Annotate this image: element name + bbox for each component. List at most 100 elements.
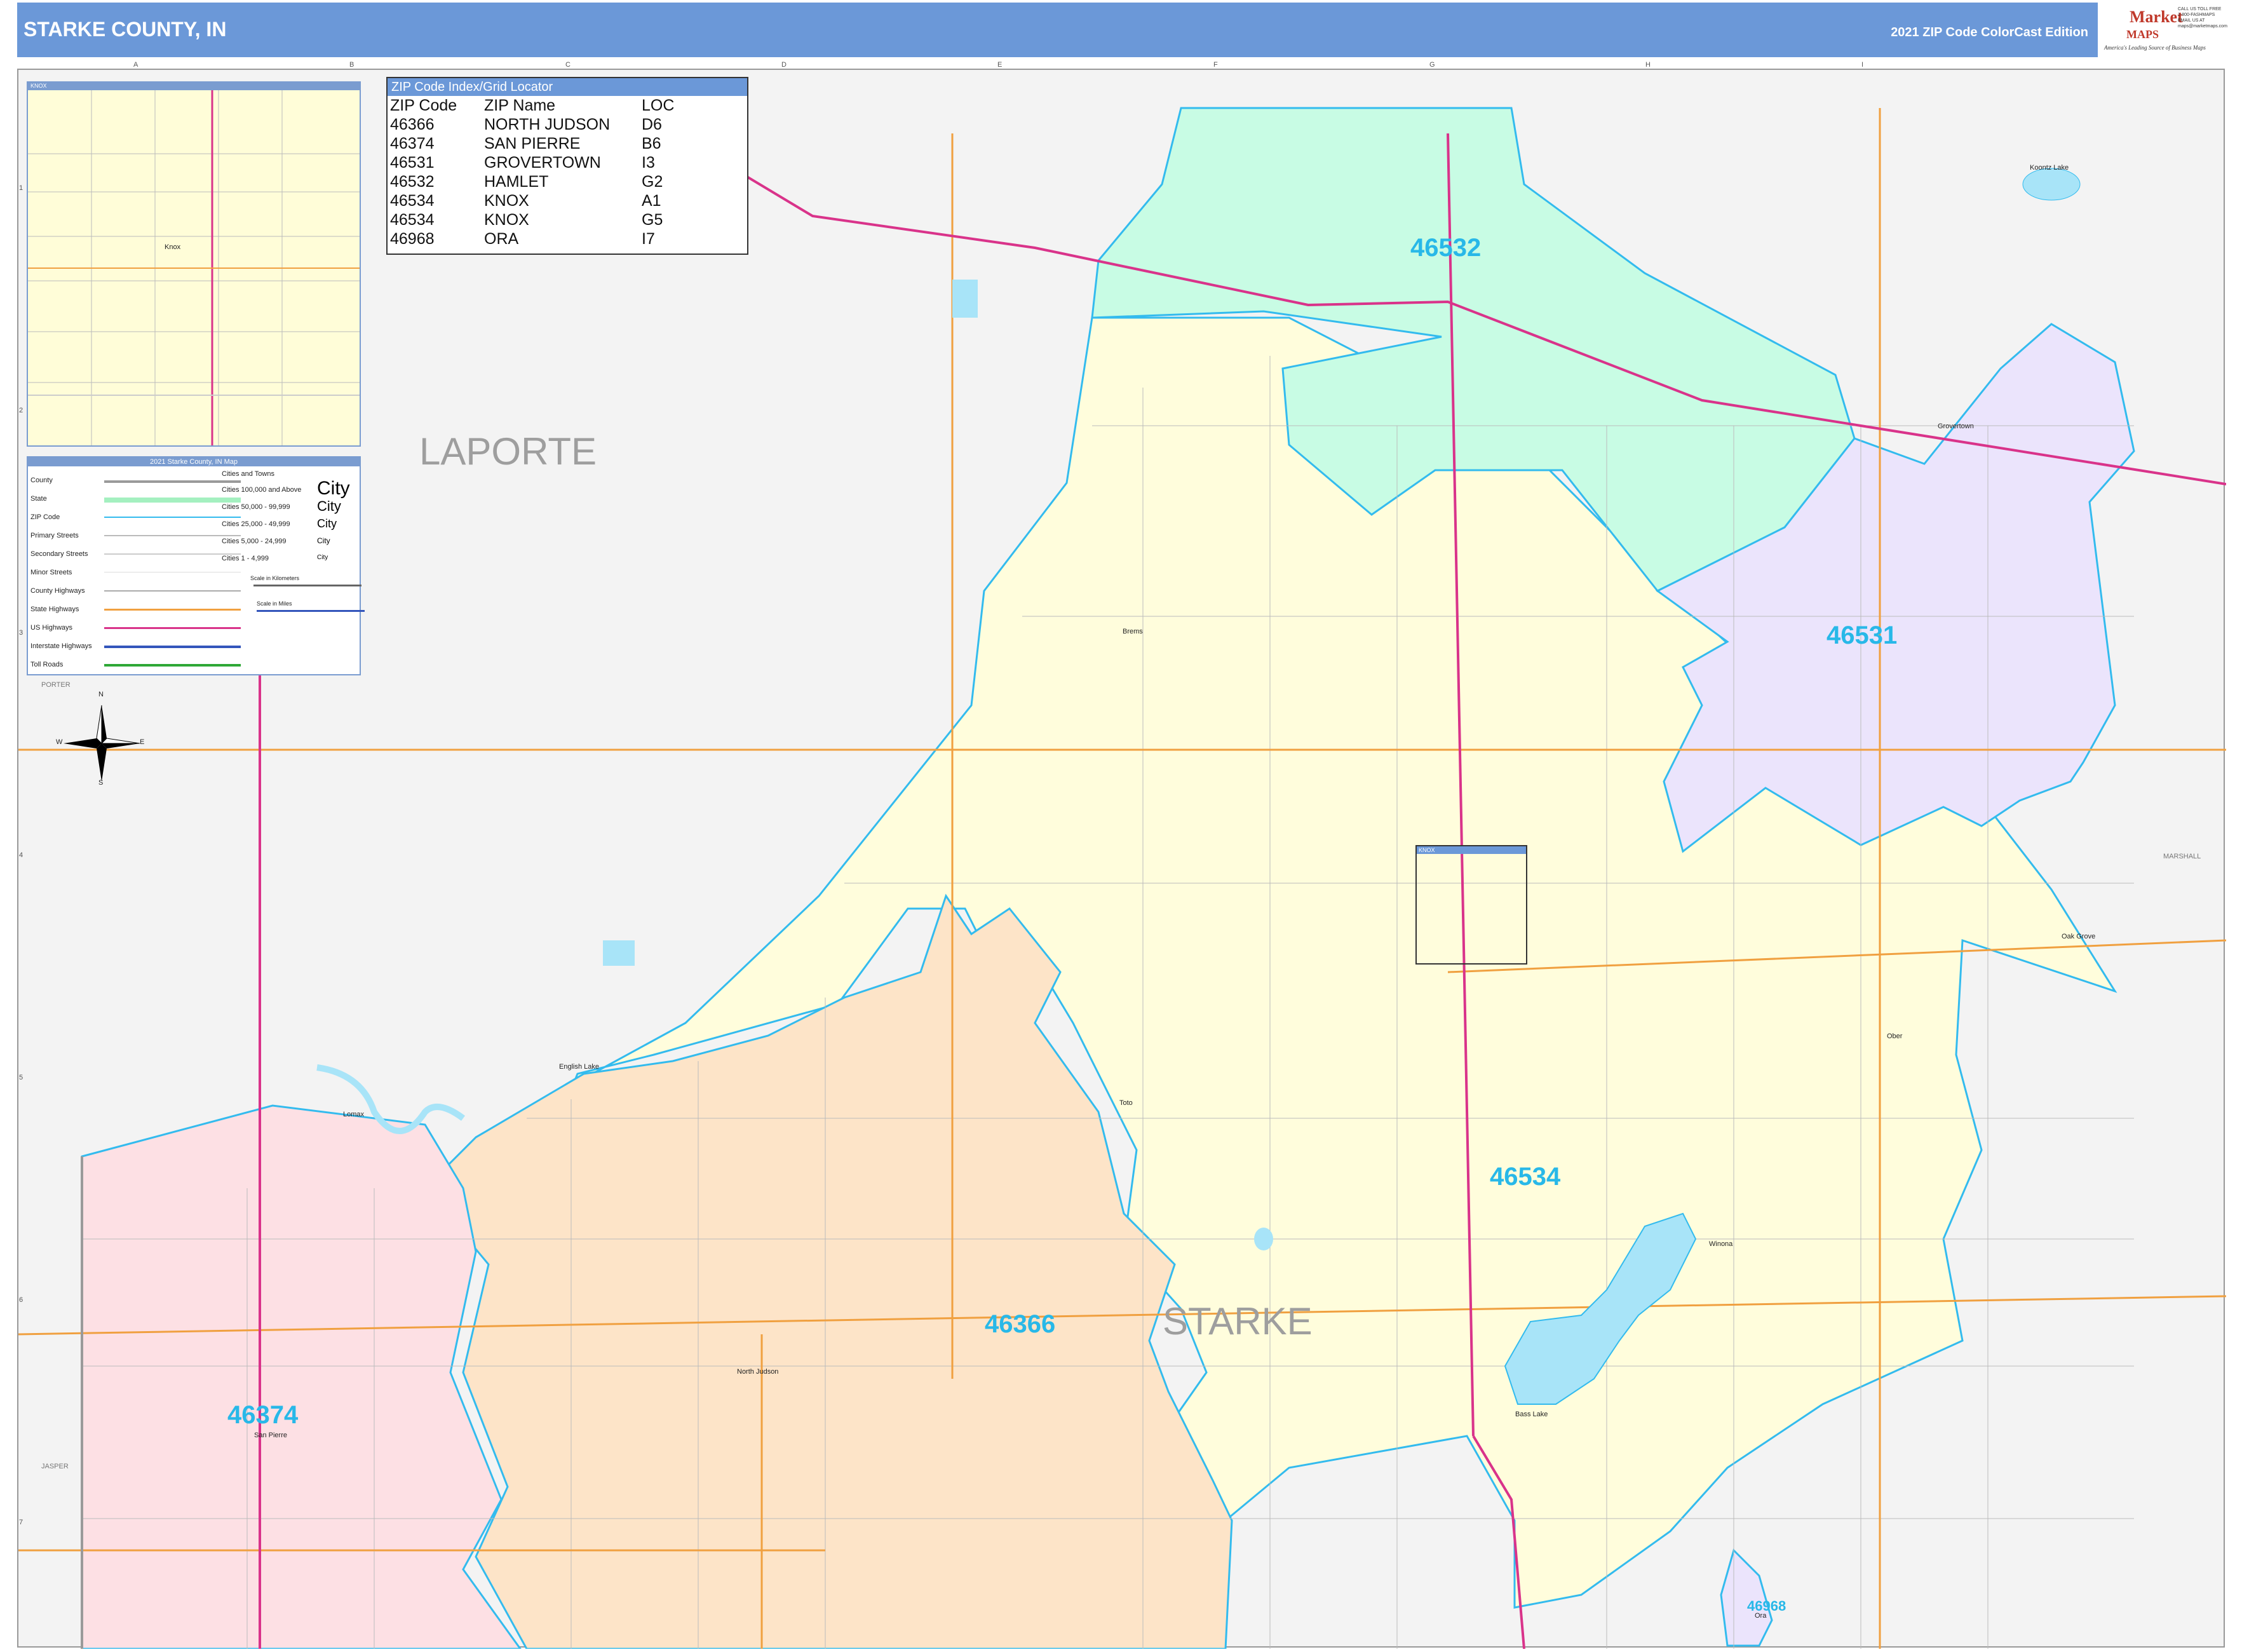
- zip-name-cell: KNOX: [484, 211, 529, 229]
- zip-code-cell: 46968: [390, 230, 435, 248]
- town-north-judson[interactable]: North Judson: [737, 1368, 778, 1376]
- legend-city-size: Cities 100,000 and Above: [222, 486, 302, 494]
- knox-inset-map[interactable]: KNOX Knox: [27, 81, 361, 447]
- zip-name-cell: SAN PIERRE: [484, 135, 581, 152]
- legend-label: Toll Roads: [30, 661, 64, 668]
- zip-name-cell: NORTH JUDSON: [484, 116, 611, 133]
- small-lake: [1254, 1228, 1273, 1250]
- inset-town-knox[interactable]: Knox: [165, 243, 180, 251]
- zip-index-header-row: ZIP Code ZIP Name LOC: [388, 96, 747, 115]
- grid-row-label: 2: [19, 407, 24, 414]
- town-winona[interactable]: Winona: [1709, 1240, 1732, 1248]
- table-row[interactable]: 46532 HAMLET G2: [388, 172, 747, 191]
- zip-name-cell: GROVERTOWN: [484, 154, 601, 172]
- koontz-lake[interactable]: [2022, 168, 2081, 201]
- legend-line-toll: [104, 664, 241, 667]
- zip-index-title: ZIP Code Index/Grid Locator: [388, 78, 747, 96]
- legend-label: Secondary Streets: [30, 550, 88, 558]
- legend-city-size: Cities 50,000 - 99,999: [222, 503, 290, 511]
- scale-bar-mi: [257, 610, 365, 612]
- town-oak-grove[interactable]: Oak Grove: [2062, 933, 2095, 940]
- town-koontz-lake[interactable]: Koontz Lake: [2030, 164, 2069, 172]
- legend-city-size: Cities 5,000 - 24,999: [222, 538, 287, 545]
- grid-col-label: B: [349, 61, 355, 69]
- legend-label: Primary Streets: [30, 532, 79, 539]
- legend-label: State: [30, 495, 47, 503]
- legend-label: US Highways: [30, 624, 73, 632]
- zip-code-cell: 46534: [390, 211, 435, 229]
- logo-main-text: Market: [2130, 8, 2183, 26]
- zip-index-grid: ZIP Code ZIP Name LOC 46366 NORTH JUDSON D…: [388, 96, 747, 248]
- compass-e: E: [140, 738, 145, 746]
- table-row[interactable]: 46366 NORTH JUDSON D6: [388, 115, 747, 134]
- zip-loc-cell: D6: [642, 116, 662, 133]
- legend-city-size: Cities 25,000 - 49,999: [222, 520, 290, 528]
- compass-w: W: [56, 738, 63, 746]
- legend-title: 2021 Starke County, IN Map: [28, 457, 360, 466]
- zip-label-46534[interactable]: 46534: [1490, 1163, 1560, 1191]
- county-label-laporte: LAPORTE: [419, 430, 597, 473]
- zip-label-46374[interactable]: 46374: [227, 1401, 298, 1430]
- town-ober[interactable]: Ober: [1887, 1032, 1902, 1040]
- logo-sub-text: MAPS: [2126, 28, 2159, 41]
- map-title: STARKE COUNTY, IN: [24, 18, 227, 41]
- zip-loc-cell: A1: [642, 192, 661, 210]
- scale-bar-km: [253, 585, 361, 586]
- grid-row-label: 6: [19, 1296, 24, 1304]
- grid-row-label: 7: [19, 1519, 24, 1526]
- zip-code-cell: 46531: [390, 154, 435, 172]
- grid-row-label: 1: [19, 184, 24, 192]
- grid-col-label: A: [133, 61, 138, 69]
- zip-name-cell: KNOX: [484, 192, 529, 210]
- zip-label-46532[interactable]: 46532: [1410, 234, 1481, 262]
- legend-city-symbol: City: [317, 536, 330, 545]
- zip-label-46366[interactable]: 46366: [985, 1310, 1055, 1339]
- town-lomax[interactable]: Lomax: [343, 1111, 364, 1118]
- zip-label-46531[interactable]: 46531: [1827, 621, 1897, 650]
- county-label-marshall: MARSHALL: [2163, 853, 2201, 860]
- zip-index-header: ZIP Code: [390, 97, 457, 114]
- legend-line-secondary: [104, 553, 241, 555]
- town-english-lake[interactable]: English Lake: [559, 1063, 599, 1071]
- county-label-starke: STARKE: [1163, 1300, 1313, 1343]
- town-san-pierre[interactable]: San Pierre: [254, 1432, 287, 1439]
- pond: [603, 940, 635, 966]
- town-ora[interactable]: Ora: [1755, 1612, 1766, 1620]
- legend-scale-km: Scale in Kilometers: [250, 575, 300, 581]
- map-header: STARKE COUNTY, IN 2021 ZIP Code ColorCas…: [17, 3, 2227, 57]
- legend-label: County Highways: [30, 587, 85, 595]
- table-row[interactable]: 46534 KNOX A1: [388, 191, 747, 210]
- grid-col-label: I: [1861, 61, 1864, 69]
- legend-label: State Highways: [30, 606, 79, 613]
- grid-row-label: 3: [19, 629, 24, 637]
- inset-title-bar: KNOX: [28, 83, 360, 90]
- legend-city-symbol: City: [317, 498, 341, 514]
- inset-title: KNOX: [30, 83, 47, 89]
- legend-label: Minor Streets: [30, 569, 72, 576]
- legend-label: ZIP Code: [30, 513, 60, 521]
- pond: [952, 280, 978, 318]
- county-label-porter: PORTER: [41, 681, 71, 689]
- town-grovertown[interactable]: Grovertown: [1938, 423, 1974, 430]
- table-row[interactable]: 46534 KNOX G5: [388, 210, 747, 229]
- grid-col-label: E: [997, 61, 1003, 69]
- town-toto[interactable]: Toto: [1119, 1099, 1133, 1107]
- knox-inset-locator[interactable]: KNOX: [1415, 845, 1527, 965]
- table-row[interactable]: 46374 SAN PIERRE B6: [388, 134, 747, 153]
- knox-locator-label: KNOX: [1417, 846, 1526, 854]
- grid-row-label: 4: [19, 851, 24, 859]
- table-row[interactable]: 46968 ORA I7: [388, 229, 747, 248]
- table-row[interactable]: 46531 GROVERTOWN I3: [388, 153, 747, 172]
- zip-area-46374[interactable]: [81, 1104, 522, 1649]
- town-bass-lake[interactable]: Bass Lake: [1515, 1411, 1548, 1418]
- legend-label: Interstate Highways: [30, 642, 92, 650]
- zip-loc-cell: B6: [642, 135, 661, 152]
- zip-label-46968[interactable]: 46968: [1747, 1598, 1786, 1615]
- market-maps-logo[interactable]: Market MAPS America's Leading Source of …: [2098, 3, 2227, 57]
- legend-city-size: Cities 1 - 4,999: [222, 555, 269, 562]
- town-brems[interactable]: Brems: [1123, 628, 1143, 635]
- zip-loc-cell: I3: [642, 154, 655, 172]
- zip-loc-cell: G2: [642, 173, 663, 191]
- legend-line-county: [104, 480, 241, 483]
- legend-line-us-hwy: [104, 627, 241, 629]
